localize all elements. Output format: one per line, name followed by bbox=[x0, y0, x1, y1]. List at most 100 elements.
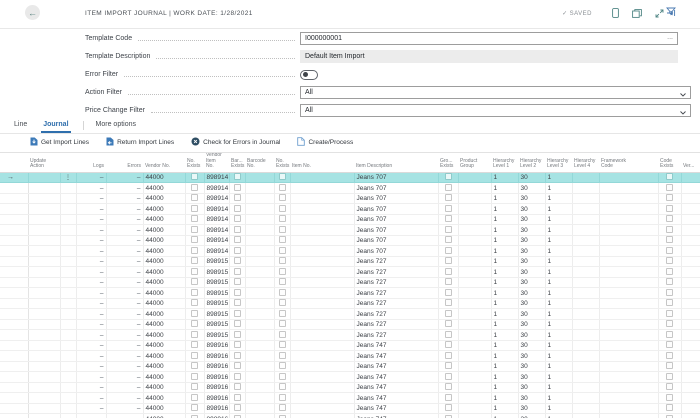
hierarchy-level-2-cell[interactable]: 30 bbox=[518, 351, 545, 362]
column-header-hierarchy-level-2[interactable]: Hierarchy Level 2 bbox=[518, 153, 545, 172]
vendor-item-no-cell[interactable]: 898915 bbox=[204, 267, 229, 278]
vendor-item-no-cell[interactable]: 898915 bbox=[204, 330, 229, 341]
empty-cell[interactable] bbox=[245, 277, 274, 288]
create-process-button[interactable]: Create/Process bbox=[297, 137, 353, 148]
hierarchy-level-3-cell[interactable]: 1 bbox=[545, 204, 572, 215]
empty-cell[interactable] bbox=[599, 204, 658, 215]
empty-cell[interactable] bbox=[572, 277, 599, 288]
logs-cell[interactable]: – bbox=[76, 204, 106, 215]
empty-cell[interactable] bbox=[245, 183, 274, 194]
description-cell[interactable]: Jeans 707 bbox=[354, 225, 438, 236]
errors-cell[interactable]: – bbox=[106, 382, 143, 393]
logs-cell[interactable]: – bbox=[76, 246, 106, 257]
empty-cell[interactable] bbox=[458, 382, 491, 393]
logs-cell[interactable]: – bbox=[76, 256, 106, 267]
vendor-no-cell[interactable]: 44000 bbox=[143, 340, 185, 351]
hierarchy-level-1-cell[interactable]: 1 bbox=[491, 267, 518, 278]
checkbox[interactable] bbox=[666, 299, 673, 306]
logs-cell[interactable]: – bbox=[76, 172, 106, 183]
empty-cell[interactable] bbox=[572, 225, 599, 236]
vendor-item-no-cell[interactable]: 898916 bbox=[204, 382, 229, 393]
empty-cell[interactable] bbox=[572, 235, 599, 246]
vendor-no-cell[interactable]: 44000 bbox=[143, 246, 185, 257]
empty-cell[interactable] bbox=[28, 214, 60, 225]
table-row[interactable]: ––44000898916Jeans 7471301 bbox=[0, 382, 700, 393]
get-import-lines-button[interactable]: Get Import Lines bbox=[30, 137, 89, 148]
empty-cell[interactable] bbox=[290, 414, 354, 418]
hierarchy-level-3-cell[interactable]: 1 bbox=[545, 267, 572, 278]
checkbox[interactable] bbox=[234, 352, 241, 359]
hierarchy-level-2-cell[interactable]: 30 bbox=[518, 235, 545, 246]
vendor-no-cell[interactable]: 44000 bbox=[143, 309, 185, 320]
empty-cell[interactable] bbox=[572, 246, 599, 257]
checkbox[interactable] bbox=[191, 247, 198, 254]
empty-cell[interactable] bbox=[681, 193, 700, 204]
checkbox[interactable] bbox=[445, 257, 452, 264]
checkbox[interactable] bbox=[234, 236, 241, 243]
checkbox[interactable] bbox=[279, 226, 286, 233]
empty-cell[interactable] bbox=[458, 235, 491, 246]
description-cell[interactable]: Jeans 747 bbox=[354, 403, 438, 414]
vendor-item-no-cell[interactable]: 898915 bbox=[204, 298, 229, 309]
checkbox[interactable] bbox=[666, 404, 673, 411]
logs-cell[interactable]: – bbox=[76, 225, 106, 236]
errors-cell[interactable]: – bbox=[106, 403, 143, 414]
checkbox[interactable] bbox=[445, 236, 452, 243]
logs-cell[interactable]: – bbox=[76, 372, 106, 383]
vendor-no-cell[interactable]: 44000 bbox=[143, 256, 185, 267]
expand-icon[interactable] bbox=[655, 9, 664, 18]
checkbox[interactable] bbox=[234, 205, 241, 212]
checkbox[interactable] bbox=[279, 215, 286, 222]
empty-cell[interactable] bbox=[245, 393, 274, 404]
checkbox[interactable] bbox=[279, 383, 286, 390]
empty-cell[interactable] bbox=[599, 361, 658, 372]
errors-cell[interactable]: – bbox=[106, 235, 143, 246]
description-cell[interactable]: Jeans 747 bbox=[354, 372, 438, 383]
table-row[interactable]: ––44000898915Jeans 7271301 bbox=[0, 288, 700, 299]
table-row[interactable]: ––44000898915Jeans 7271301 bbox=[0, 319, 700, 330]
hierarchy-level-1-cell[interactable]: 1 bbox=[491, 193, 518, 204]
logs-cell[interactable]: – bbox=[76, 393, 106, 404]
errors-cell[interactable]: – bbox=[106, 372, 143, 383]
vendor-no-cell[interactable]: 44000 bbox=[143, 414, 185, 418]
empty-cell[interactable] bbox=[458, 214, 491, 225]
empty-cell[interactable] bbox=[681, 183, 700, 194]
empty-cell[interactable] bbox=[28, 256, 60, 267]
checkbox[interactable] bbox=[445, 289, 452, 296]
description-cell[interactable]: Jeans 727 bbox=[354, 319, 438, 330]
empty-cell[interactable] bbox=[245, 225, 274, 236]
checkbox[interactable] bbox=[445, 320, 452, 327]
empty-cell[interactable] bbox=[681, 309, 700, 320]
empty-cell[interactable] bbox=[681, 340, 700, 351]
hierarchy-level-3-cell[interactable]: 1 bbox=[545, 183, 572, 194]
empty-cell[interactable] bbox=[245, 319, 274, 330]
empty-cell[interactable] bbox=[290, 235, 354, 246]
logs-cell[interactable]: – bbox=[76, 403, 106, 414]
table-row[interactable]: ––44000898915Jeans 7271301 bbox=[0, 267, 700, 278]
checkbox[interactable] bbox=[191, 194, 198, 201]
checkbox[interactable] bbox=[445, 341, 452, 348]
hierarchy-level-2-cell[interactable]: 30 bbox=[518, 277, 545, 288]
hierarchy-level-1-cell[interactable]: 1 bbox=[491, 403, 518, 414]
checkbox[interactable] bbox=[666, 205, 673, 212]
checkbox[interactable] bbox=[445, 404, 452, 411]
empty-cell[interactable] bbox=[28, 298, 60, 309]
column-header-hierarchy-level-3[interactable]: Hierarchy Level 3 bbox=[545, 153, 572, 172]
column-header-gro-exists[interactable]: Gro... Exists bbox=[438, 153, 458, 172]
vendor-item-no-cell[interactable]: 898916 bbox=[204, 403, 229, 414]
column-header-errors[interactable]: Errors bbox=[106, 153, 143, 172]
checkbox[interactable] bbox=[279, 404, 286, 411]
empty-cell[interactable] bbox=[681, 235, 700, 246]
checkbox[interactable] bbox=[279, 362, 286, 369]
vendor-no-cell[interactable]: 44000 bbox=[143, 183, 185, 194]
error-filter-toggle[interactable] bbox=[300, 70, 318, 80]
empty-cell[interactable] bbox=[599, 246, 658, 257]
empty-cell[interactable] bbox=[681, 298, 700, 309]
empty-cell[interactable] bbox=[458, 256, 491, 267]
errors-cell[interactable]: – bbox=[106, 246, 143, 257]
checkbox[interactable] bbox=[234, 310, 241, 317]
vendor-item-no-cell[interactable]: 898914 bbox=[204, 246, 229, 257]
checkbox[interactable] bbox=[666, 215, 673, 222]
checkbox[interactable] bbox=[191, 215, 198, 222]
checkbox[interactable] bbox=[191, 383, 198, 390]
